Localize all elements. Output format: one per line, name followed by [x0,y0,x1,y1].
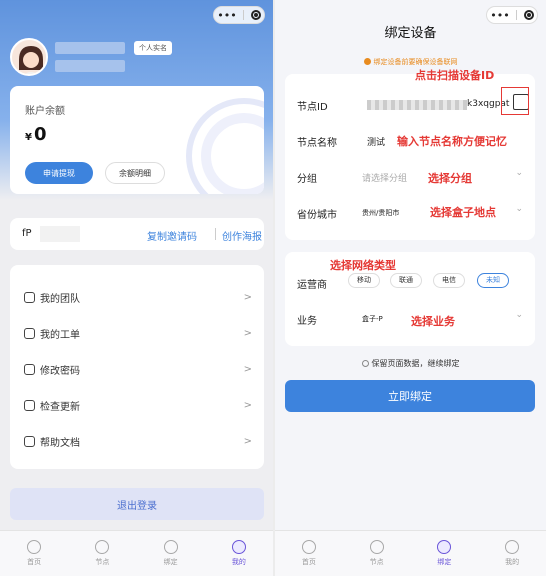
settings-menu: 我的团队 > 我的工单 > 修改密码 > 检查更新 > 帮助文档 > [10,265,264,469]
operator-label: 运营商 [297,280,327,291]
help-icon [24,435,35,447]
scan-highlight-box [501,87,529,115]
update-icon [24,399,35,411]
menu-item-check-update[interactable]: 检查更新 > [10,387,264,423]
username-redacted [55,42,125,54]
copy-invite-code-link[interactable]: 复制邀请码 [147,228,197,243]
node-name-input[interactable]: 测试 [367,135,385,148]
balance-detail-button[interactable]: 余额明细 [105,162,165,184]
balance-card: 账户余额 ¥0 申请提现 余额明细 [10,86,264,194]
annotation-scan: 点击扫描设备ID [415,69,495,82]
bind-icon [437,540,452,554]
menu-item-team[interactable]: 我的团队 > [10,279,264,315]
tab-nodes[interactable]: 节点 [68,531,136,576]
annotation-name: 输入节点名称方便记忆 [397,135,507,148]
home-icon [301,540,316,554]
user-icon [505,540,520,554]
annotation-region: 选择盒子地点 [430,206,496,219]
password-icon [24,363,35,375]
tab-mine[interactable]: 我的 [478,531,546,576]
bind-now-button[interactable]: 立即绑定 [285,380,535,412]
business-label: 业务 [297,316,317,327]
close-target-icon[interactable] [250,10,261,20]
warning-icon [363,58,371,65]
tab-mine[interactable]: 我的 [205,531,273,576]
menu-item-help[interactable]: 帮助文档 > [10,423,264,459]
balance-value: ¥0 [25,124,47,145]
more-icon[interactable]: ••• [490,10,509,21]
page-title: 绑定设备 [384,26,437,41]
team-icon [24,291,35,303]
logout-button[interactable]: 退出登录 [10,488,264,520]
user-icon [231,540,246,554]
tab-home[interactable]: 首页 [275,531,343,576]
create-poster-link[interactable]: 创作海报 [222,228,262,243]
keep-data-option[interactable]: 保留页面数据，继续绑定 [275,358,546,369]
invite-code: fP [22,228,32,239]
tab-bar: 首页 节点 绑定 我的 [275,530,546,576]
chevron-down-icon: ⌄ [515,204,523,214]
chevron-right-icon: > [243,435,252,447]
node-id-redacted [367,100,467,110]
tab-bind[interactable]: 绑定 [137,531,205,576]
node-id-label: 节点ID [297,102,328,113]
annotation-group: 选择分组 [428,172,472,185]
annotation-network: 选择网络类型 [330,259,396,272]
network-tip: 绑定设备前要确保设备联网 [275,57,546,67]
miniprogram-capsule[interactable]: ••• [213,6,265,24]
bind-icon [163,540,178,554]
tab-nodes[interactable]: 节点 [343,531,411,576]
group-select[interactable]: 请选择分组 [362,171,407,184]
operator-chip-unknown[interactable]: 未知 [477,273,509,288]
profile-screen: ••• 个人实名 账户余额 ¥0 申请提现 余额明细 fP 复制邀请码 创作海报 [0,0,273,576]
menu-item-change-password[interactable]: 修改密码 > [10,351,264,387]
tab-home[interactable]: 首页 [0,531,68,576]
region-select[interactable]: 贵州/贵阳市 [362,208,399,218]
close-target-icon[interactable] [523,10,534,20]
group-label: 分组 [297,174,317,185]
menu-item-tickets[interactable]: 我的工单 > [10,315,264,351]
radio-icon[interactable] [361,360,369,367]
tab-bar: 首页 节点 绑定 我的 [0,530,273,576]
invite-code-row: fP 复制邀请码 创作海报 [10,218,264,250]
chevron-down-icon: ⌄ [515,168,523,178]
chevron-right-icon: > [243,327,252,339]
tab-bind[interactable]: 绑定 [411,531,479,576]
more-icon[interactable]: ••• [217,10,236,21]
chevron-right-icon: > [243,291,252,303]
chevron-right-icon: > [243,399,252,411]
operator-chip-telecom[interactable]: 电信 [433,273,465,288]
chevron-right-icon: > [243,363,252,375]
node-name-label: 节点名称 [297,138,337,149]
operator-chip-mobile[interactable]: 移动 [348,273,380,288]
operator-chip-unicom[interactable]: 联通 [390,273,422,288]
chevron-down-icon: ⌄ [515,310,523,320]
avatar[interactable] [10,38,48,76]
balance-title: 账户余额 [25,106,65,117]
node-icon [369,540,384,554]
network-form: 运营商 移动 联通 电信 未知 业务 盒子-P ⌄ [285,252,535,346]
business-select[interactable]: 盒子-P [362,314,383,324]
node-icon [95,540,110,554]
home-icon [27,540,42,554]
decorative-graphic [186,98,264,194]
invite-code-redacted [40,226,80,242]
ticket-icon [24,327,35,339]
withdraw-button[interactable]: 申请提现 [25,162,93,184]
real-name-badge[interactable]: 个人实名 [134,41,172,55]
region-label: 省份城市 [297,210,337,221]
annotation-business: 选择业务 [411,315,455,328]
device-info-form: 节点ID k3xqgpat 节点名称 测试 分组 请选择分组 ⌄ 省份城市 贵州… [285,74,535,240]
phone-redacted [55,60,125,72]
